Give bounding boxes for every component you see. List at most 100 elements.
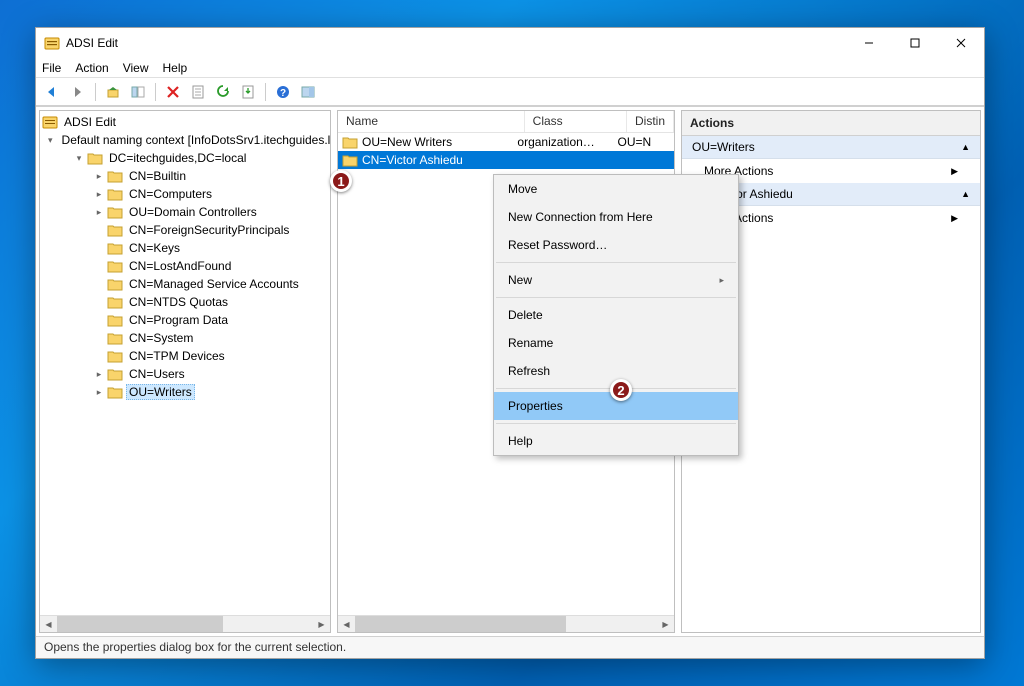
export-button[interactable] [237,81,259,103]
list-header: Name Class Distin [338,111,674,133]
app-icon [42,114,58,130]
toolbar-separator [95,83,96,101]
tree-naming-context[interactable]: ▾ Default naming context [InfoDotsSrv1.i… [40,131,330,149]
actions-section-writers[interactable]: OU=Writers ▲ [682,136,980,159]
collapse-icon[interactable]: ▾ [48,135,53,146]
cell-class: organization… [517,135,611,149]
tree-dc[interactable]: ▾ DC=itechguides,DC=local [40,149,330,167]
tree-scrollbar[interactable]: ◀ ▶ [40,615,330,632]
back-button[interactable] [42,81,64,103]
properties-button[interactable] [187,81,209,103]
folder-icon [342,154,358,167]
folder-icon [107,278,123,291]
menu-label: New Connection from Here [508,210,653,224]
col-dn[interactable]: Distin [627,111,674,132]
toolbar-separator [265,83,266,101]
context-menu: Move New Connection from Here Reset Pass… [493,174,739,456]
list-row[interactable]: OU=New Writers organization… OU=N [338,133,674,151]
tree-item[interactable]: ▸CN=Builtin [40,167,330,185]
menu-move[interactable]: Move [494,175,738,203]
folder-icon [107,386,123,399]
expand-icon[interactable]: ▸ [94,171,104,182]
tree-item[interactable]: ▸OU=Domain Controllers [40,203,330,221]
menu-label: Refresh [508,364,550,378]
tree-item-label: CN=Managed Service Accounts [126,276,302,292]
menu-view[interactable]: View [123,61,149,75]
tree-item-label: CN=Users [126,366,188,382]
menu-label: Help [508,434,533,448]
tree-root[interactable]: ADSI Edit [40,113,330,131]
menu-file[interactable]: File [42,61,61,75]
folder-icon [87,152,103,165]
menu-rename[interactable]: Rename [494,329,738,357]
expand-icon[interactable]: ▸ [94,369,104,380]
annotation-badge-1: 1 [330,170,352,192]
scroll-left-icon[interactable]: ◀ [338,616,355,632]
delete-button[interactable] [162,81,184,103]
scroll-left-icon[interactable]: ◀ [40,616,57,632]
tree-item[interactable]: CN=TPM Devices [40,347,330,365]
collapse-icon[interactable]: ▾ [74,153,84,164]
list-scrollbar[interactable]: ◀ ▶ [338,615,674,632]
tree-item[interactable]: CN=Program Data [40,311,330,329]
status-bar: Opens the properties dialog box for the … [36,636,984,658]
menu-help[interactable]: Help [163,61,188,75]
refresh-button[interactable] [212,81,234,103]
expand-icon[interactable]: ▸ [94,189,104,200]
folder-icon [107,368,123,381]
menu-help[interactable]: Help [494,427,738,455]
help-button[interactable]: ? [272,81,294,103]
tree-view[interactable]: ADSI Edit ▾ Default naming context [Info… [40,111,330,615]
menu-label: Delete [508,308,543,322]
tree-item[interactable]: CN=LostAndFound [40,257,330,275]
annotation-badge-2: 2 [610,379,632,401]
menu-reset-password[interactable]: Reset Password… [494,231,738,259]
minimize-button[interactable] [846,28,892,58]
tree-item[interactable]: ▸ CN=Users [40,365,330,383]
submenu-icon: ▸ [719,275,724,286]
tree-item[interactable]: ▸ CN=Computers [40,185,330,203]
tree-dc-label: DC=itechguides,DC=local [106,150,249,166]
list-row-selected[interactable]: CN=Victor Ashiedu [338,151,674,169]
menu-action[interactable]: Action [75,61,108,75]
maximize-button[interactable] [892,28,938,58]
tree-item-label: CN=ForeignSecurityPrincipals [126,222,292,238]
submenu-icon: ▶ [951,166,958,177]
tree-item[interactable]: CN=Managed Service Accounts [40,275,330,293]
tree-item-label: CN=NTDS Quotas [126,294,231,310]
tree-item[interactable]: CN=Keys [40,239,330,257]
collapse-icon: ▲ [961,189,970,199]
tree-item[interactable]: ▸OU=Writers [40,383,330,401]
folder-icon [107,170,123,183]
app-icon [44,35,60,51]
actions-header: Actions [682,111,980,136]
show-hide-tree-button[interactable] [127,81,149,103]
tree-item-label: CN=Computers [126,186,215,202]
menu-separator [496,423,736,424]
menu-delete[interactable]: Delete [494,301,738,329]
tree-item[interactable]: CN=ForeignSecurityPrincipals [40,221,330,239]
col-class[interactable]: Class [525,111,627,132]
close-button[interactable] [938,28,984,58]
action-pane-button[interactable] [297,81,319,103]
scroll-right-icon[interactable]: ▶ [313,616,330,632]
cell-name: CN=Victor Ashiedu [362,153,463,167]
tree-item[interactable]: CN=System [40,329,330,347]
folder-icon [107,224,123,237]
cell-dn: OU=N [618,135,674,149]
scroll-right-icon[interactable]: ▶ [657,616,674,632]
expand-icon[interactable]: ▸ [94,207,104,218]
up-button[interactable] [102,81,124,103]
forward-button[interactable] [67,81,89,103]
folder-icon [107,242,123,255]
toolbar: ? [36,78,984,106]
tree-item[interactable]: CN=NTDS Quotas [40,293,330,311]
expand-icon[interactable]: ▸ [94,387,104,398]
menu-new[interactable]: New▸ [494,266,738,294]
tree-context-label: Default naming context [InfoDotsSrv1.ite… [59,132,330,148]
tree-item-label: CN=TPM Devices [126,348,228,364]
col-name[interactable]: Name [338,111,525,132]
folder-icon [107,188,123,201]
menu-label: Reset Password… [508,238,607,252]
menu-new-connection[interactable]: New Connection from Here [494,203,738,231]
